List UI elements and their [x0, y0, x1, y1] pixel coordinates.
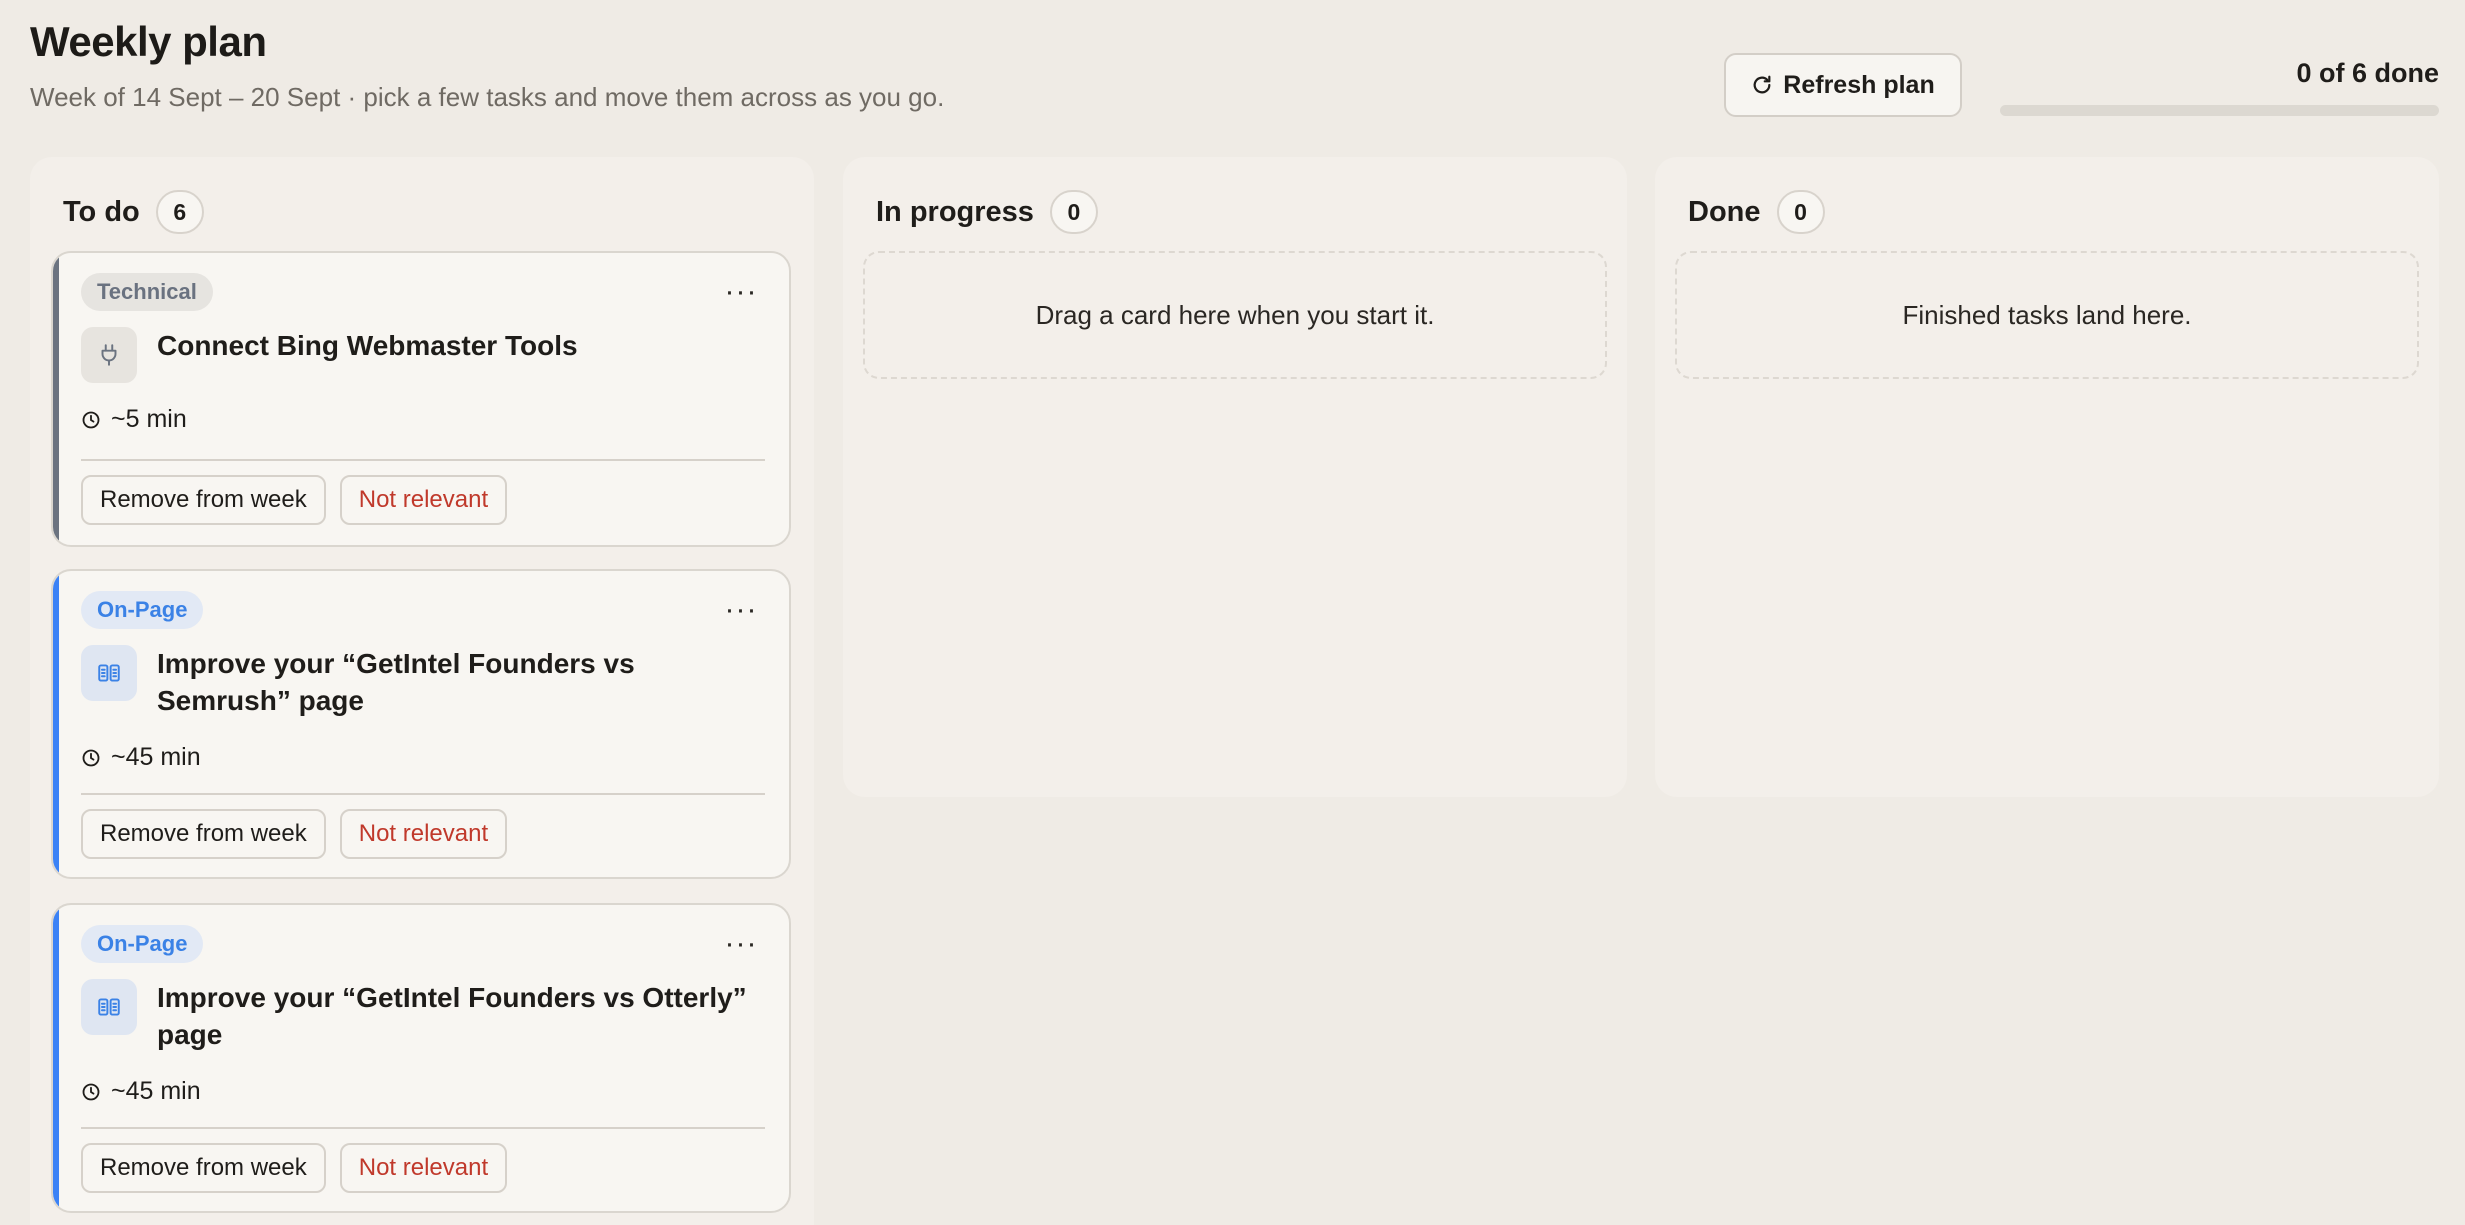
card-actions: Remove from week Not relevant	[81, 1143, 508, 1193]
task-title[interactable]: Improve your “GetIntel Founders vs Otter…	[157, 979, 767, 1053]
column-todo-title: To do	[63, 195, 140, 228]
not-relevant-button[interactable]: Not relevant	[339, 475, 508, 525]
column-done: Done 0 Finished tasks land here.	[1655, 157, 2439, 797]
column-done-count: 0	[1776, 190, 1825, 234]
card-divider	[81, 793, 765, 795]
card-actions: Remove from week Not relevant	[81, 809, 508, 859]
more-options-button[interactable]: ···	[721, 277, 761, 307]
remove-from-week-button[interactable]: Remove from week	[81, 475, 326, 525]
page-subtitle: Week of 14 Sept – 20 Sept · pick a few t…	[30, 82, 945, 112]
columns-icon	[81, 645, 137, 701]
in-progress-dropzone[interactable]: Drag a card here when you start it.	[863, 251, 1607, 379]
weekly-plan-page: Weekly plan Week of 14 Sept – 20 Sept · …	[0, 0, 2465, 1225]
refresh-plan-label: Refresh plan	[1783, 70, 1935, 99]
task-card[interactable]: On-Page ··· Improve your “GetIntel Found…	[51, 903, 791, 1213]
task-title[interactable]: Connect Bing Webmaster Tools	[157, 327, 767, 364]
progress-label: 0 of 6 done	[2296, 58, 2439, 88]
column-in-progress-count: 0	[1049, 190, 1098, 234]
task-duration: ~45 min	[81, 743, 201, 772]
task-duration-value: ~45 min	[111, 1077, 201, 1105]
column-done-title: Done	[1688, 195, 1761, 228]
plug-icon	[81, 327, 137, 383]
column-in-progress-title: In progress	[876, 195, 1034, 228]
progress-bar	[2000, 105, 2439, 116]
category-tag: On-Page	[81, 591, 204, 629]
clock-icon	[82, 411, 100, 428]
column-todo-count: 6	[155, 190, 204, 234]
card-divider	[81, 459, 765, 461]
columns-icon	[81, 979, 137, 1035]
column-todo-header: To do 6	[63, 190, 204, 234]
card-divider	[81, 1127, 765, 1129]
task-title[interactable]: Improve your “GetIntel Founders vs Semru…	[157, 645, 767, 719]
column-in-progress: In progress 0 Drag a card here when you …	[843, 157, 1627, 797]
task-duration-value: ~5 min	[111, 405, 187, 433]
done-dropzone[interactable]: Finished tasks land here.	[1675, 251, 2419, 379]
task-card[interactable]: Technical ··· Connect Bing Webmaster Too…	[51, 251, 791, 547]
task-duration: ~45 min	[81, 1077, 201, 1106]
category-tag: On-Page	[81, 925, 204, 963]
task-card[interactable]: On-Page ··· Improve your “GetIntel Found…	[51, 569, 791, 879]
not-relevant-button[interactable]: Not relevant	[339, 809, 508, 859]
page-title: Weekly plan	[30, 18, 267, 65]
card-actions: Remove from week Not relevant	[81, 475, 508, 525]
remove-from-week-button[interactable]: Remove from week	[81, 1143, 326, 1193]
refresh-icon	[1753, 75, 1771, 94]
not-relevant-button[interactable]: Not relevant	[339, 1143, 508, 1193]
more-options-button[interactable]: ···	[721, 595, 761, 625]
column-in-progress-header: In progress 0	[876, 190, 1098, 234]
refresh-plan-button[interactable]: Refresh plan	[1724, 53, 1962, 117]
clock-icon	[82, 1083, 100, 1100]
more-options-button[interactable]: ···	[721, 929, 761, 959]
task-duration-value: ~45 min	[111, 743, 201, 771]
task-duration: ~5 min	[81, 405, 187, 434]
column-done-header: Done 0	[1688, 190, 1825, 234]
remove-from-week-button[interactable]: Remove from week	[81, 809, 326, 859]
category-tag: Technical	[81, 273, 213, 311]
column-todo: To do 6 Technical ··· Connect Bing Webma…	[30, 157, 814, 1225]
clock-icon	[82, 749, 100, 766]
